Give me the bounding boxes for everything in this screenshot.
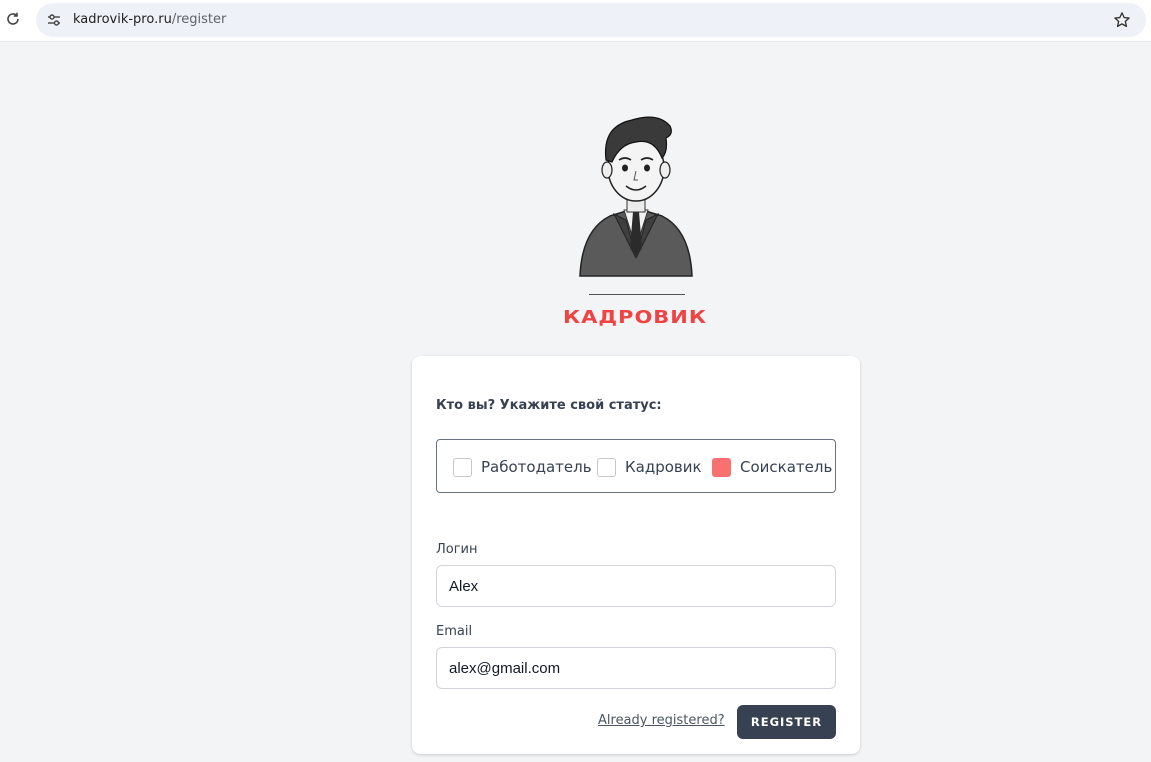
status-question: Кто вы? Укажите свой статус:: [436, 398, 662, 413]
hr-checkbox[interactable]: [597, 457, 616, 477]
address-bar[interactable]: kadrovik-pro.ru/register: [36, 3, 1146, 37]
applicant-checkbox[interactable]: [712, 457, 731, 477]
status-option-hr[interactable]: Кадровик: [597, 456, 702, 478]
status-option-label: Работодатель: [481, 458, 592, 476]
status-option-applicant[interactable]: Соискатель: [712, 456, 832, 478]
login-input[interactable]: [436, 565, 836, 607]
url-host: kadrovik-pro.ru: [73, 12, 172, 27]
employer-checkbox[interactable]: [453, 457, 472, 477]
browser-toolbar: kadrovik-pro.ru/register: [0, 0, 1151, 42]
register-button[interactable]: REGISTER: [737, 705, 836, 739]
already-registered-link[interactable]: Already registered?: [598, 713, 725, 728]
url-path: /register: [171, 12, 227, 27]
status-options: Работодатель Кадровик Соискатель: [436, 439, 836, 493]
status-option-label: Соискатель: [740, 458, 833, 476]
login-label: Логин: [436, 542, 478, 557]
url-text[interactable]: kadrovik-pro.ru/register: [73, 12, 226, 27]
email-label: Email: [436, 624, 473, 639]
brand-divider: [589, 294, 685, 295]
email-input[interactable]: [436, 647, 836, 689]
register-card: Кто вы? Укажите свой статус: Работодател…: [412, 356, 860, 754]
reload-icon[interactable]: [2, 8, 24, 30]
status-option-label: Кадровик: [625, 458, 702, 476]
status-option-employer[interactable]: Работодатель: [453, 456, 592, 478]
star-icon[interactable]: [1112, 10, 1132, 30]
brand-name: КАДРОВИК: [562, 306, 708, 328]
site-info-icon[interactable]: [45, 11, 63, 29]
logo-illustration: [562, 108, 712, 333]
